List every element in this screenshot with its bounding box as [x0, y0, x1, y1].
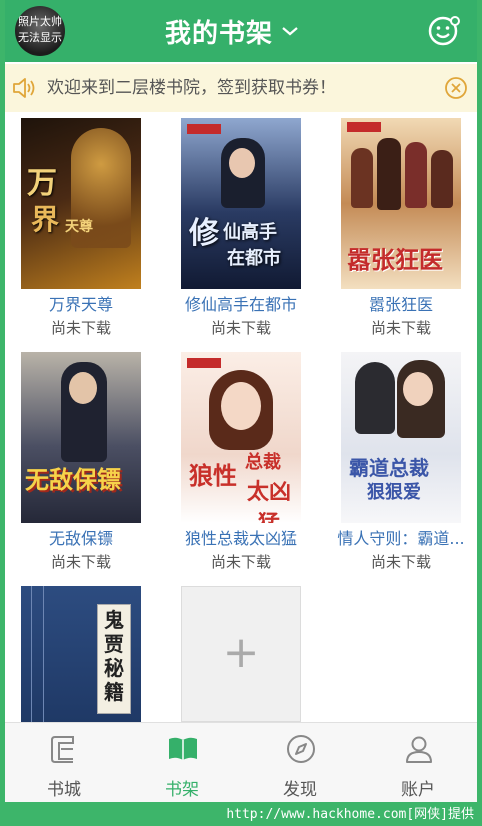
- book-cover[interactable]: 修 仙高手 在都市: [181, 118, 301, 289]
- book-title: 嚣张狂医: [368, 295, 433, 314]
- avatar-text-line2: 无法显示: [18, 31, 62, 44]
- account-icon: [406, 736, 432, 763]
- book-status: 尚未下载: [50, 319, 111, 337]
- book-cover[interactable]: 霸道总裁 狠狠爱: [341, 352, 461, 523]
- top-bar: 照片太帅 无法显示 我的书架: [5, 0, 477, 62]
- book-status: 尚未下载: [370, 553, 431, 571]
- cover-text: 鬼贾秘籍: [104, 608, 124, 704]
- book-status: 尚未下载: [210, 319, 271, 337]
- book-cover[interactable]: 鬼贾秘籍: [21, 586, 141, 722]
- tab-label: 发现: [283, 780, 317, 800]
- avatar[interactable]: 照片太帅 无法显示: [15, 6, 65, 56]
- add-book-button[interactable]: +: [181, 586, 301, 722]
- book-cover[interactable]: 嚣张狂医: [341, 118, 461, 289]
- speaker-icon: [13, 78, 35, 98]
- book-status: 尚未下载: [210, 553, 271, 571]
- tab-bookshelf[interactable]: 书架: [123, 723, 241, 802]
- plus-icon: +: [222, 627, 260, 678]
- bookshelf-icon: [169, 737, 197, 760]
- cover-text: 万: [27, 166, 57, 201]
- smiley-icon[interactable]: [427, 14, 461, 48]
- tab-account[interactable]: 账户: [359, 723, 477, 802]
- cover-text: 嚣张狂医: [347, 245, 443, 274]
- book-title: 万界天尊: [48, 295, 113, 314]
- book-title: 修仙高手在都市: [184, 295, 297, 314]
- avatar-text-line1: 照片太帅: [18, 15, 62, 28]
- book-status: 尚未下载: [50, 553, 111, 571]
- tab-discover[interactable]: 发现: [241, 723, 359, 802]
- cover-text: 天尊: [65, 219, 93, 235]
- bookstore-icon: [51, 736, 74, 763]
- announcement-text: 欢迎来到二层楼书院，签到获取书券！: [47, 78, 336, 98]
- book-title: 情人守则：霸道...: [337, 529, 465, 548]
- cover-text: 狼性: [189, 461, 237, 490]
- cover-text: 仙高手: [223, 222, 277, 243]
- tab-label: 书架: [165, 780, 199, 800]
- book-title: 狼性总裁太凶猛: [184, 529, 297, 548]
- tab-label: 账户: [401, 780, 435, 800]
- cover-text: 在都市: [227, 248, 281, 269]
- book-title: 无敌保镖: [48, 529, 113, 548]
- cover-text: 太凶猛: [246, 479, 291, 523]
- watermark: http://www.hackhome.com[网侠]提供: [226, 807, 474, 822]
- book-cover[interactable]: 万 界 天尊: [21, 118, 141, 289]
- book-cover[interactable]: 狼性 总裁 太凶猛: [181, 352, 301, 523]
- avatar-placeholder-text: 照片太帅 无法显示: [15, 14, 65, 46]
- cover-text: 界: [31, 203, 60, 236]
- cover-text: 修: [189, 216, 219, 251]
- bottom-tab-bar: 书城 书架 发现 账户: [5, 722, 477, 802]
- tab-bookstore[interactable]: 书城: [5, 723, 123, 802]
- compass-icon: [287, 735, 315, 763]
- tab-label: 书城: [47, 780, 81, 800]
- cover-text: 霸道总裁: [349, 456, 429, 480]
- app-screen: 照片太帅 无法显示 我的书架 欢迎来到二层楼书院，签到获取书券！ 万 界 天尊 …: [5, 0, 477, 802]
- close-icon[interactable]: [443, 75, 469, 101]
- announcement-banner[interactable]: 欢迎来到二层楼书院，签到获取书券！: [5, 64, 477, 112]
- title-dropdown[interactable]: 我的书架: [165, 14, 299, 49]
- cover-text: 狠狠爱: [367, 482, 421, 503]
- chevron-down-icon: [282, 27, 298, 36]
- cover-text: 无敌保镖: [25, 465, 121, 494]
- book-cover[interactable]: 无敌保镖: [21, 352, 141, 523]
- cover-text: 总裁: [245, 452, 281, 473]
- book-status: 尚未下载: [370, 319, 431, 337]
- page-title: 我的书架: [165, 18, 274, 49]
